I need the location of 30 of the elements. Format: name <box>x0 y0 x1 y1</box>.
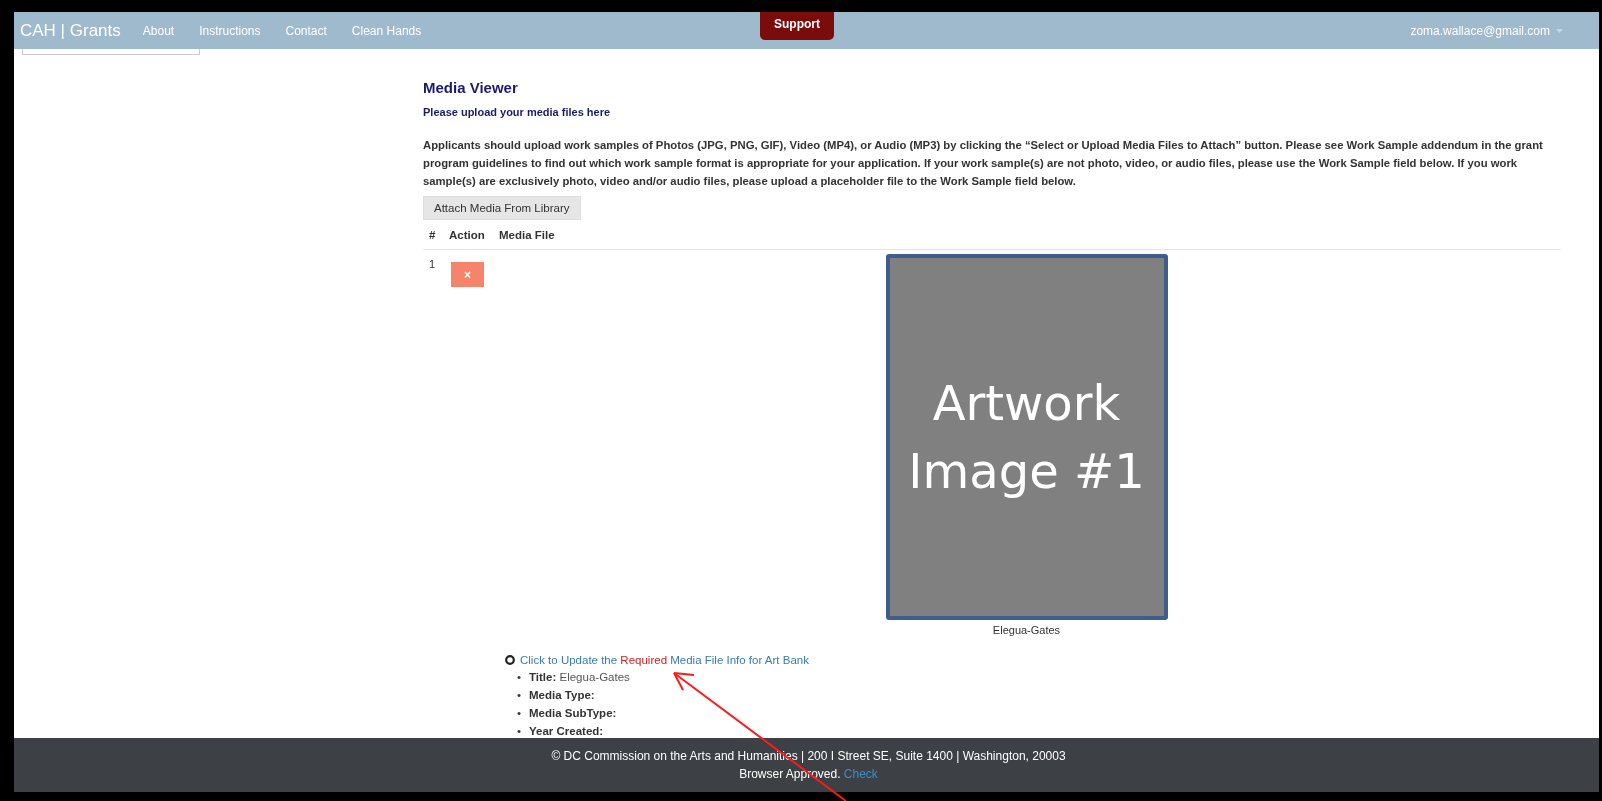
nav-link[interactable]: Instructions <box>199 23 261 38</box>
bullet: • <box>517 688 522 703</box>
info-field: Media SubType: <box>529 704 617 722</box>
row-number: 1 <box>429 258 437 272</box>
support-button[interactable]: Support <box>760 12 834 40</box>
nav-link[interactable]: Clean Hands <box>351 23 422 38</box>
media-caption: Elegua-Gates <box>992 624 1061 636</box>
bullet: • <box>517 706 522 721</box>
update-info-link[interactable]: Click to Update the Required Media File Info for Art Bank <box>520 654 809 666</box>
nav-link[interactable]: About <box>142 23 175 38</box>
column-header: Action <box>449 229 486 241</box>
check-link[interactable]: Check <box>843 767 878 781</box>
column-header: Media File <box>499 229 555 241</box>
circle-icon <box>505 655 515 665</box>
image-label: Artwork Image #1 <box>907 374 1146 501</box>
column-header: # <box>429 229 437 241</box>
attach-media-button[interactable]: Attach Media From Library <box>423 196 581 220</box>
brand-logo[interactable]: CAH | Grants <box>20 20 121 41</box>
page-title: Media Viewer <box>423 79 519 96</box>
bullet: • <box>517 724 522 738</box>
info-field: Year Created: <box>529 722 604 738</box>
page-subtitle: Please upload your media files here <box>423 106 612 118</box>
instructions-paragraph: Applicants should upload work samples of Photos (JPG, PNG, GIF), Video (MP4), or Audio (MP3) by clicking the “Select or Upload Media Files to Attach” button. Please see Work Sample addendum in the grant program guidelines to find out which work sample format is appropriate for your application. If your work sample(s) are not photo, video, or audio files, please use the Work Sample field below. If you work sample(s) are exclusively photo, video and/or audio files, please upload a placeholder file to the Work Sample field below. <box>423 138 1544 189</box>
nav-link[interactable]: Contact <box>285 23 327 38</box>
info-field: Title: Elegua-Gates <box>529 668 630 686</box>
info-field: Media Type: <box>529 686 595 704</box>
caret-icon <box>1556 28 1563 33</box>
user-menu[interactable]: zoma.wallace@gmail.com <box>1410 23 1563 38</box>
bullet: • <box>517 670 522 685</box>
remove-button[interactable]: × <box>451 262 484 287</box>
